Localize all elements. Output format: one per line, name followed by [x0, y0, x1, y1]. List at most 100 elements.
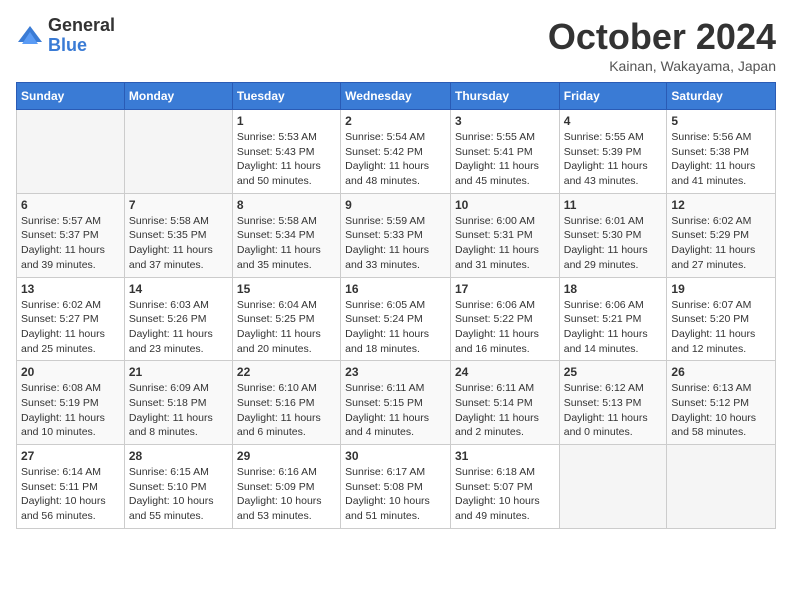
- day-info: Sunrise: 6:09 AM Sunset: 5:18 PM Dayligh…: [129, 381, 228, 440]
- calendar-cell: 12 Sunrise: 6:02 AM Sunset: 5:29 PM Dayli…: [667, 193, 776, 277]
- day-info: Sunrise: 5:57 AM Sunset: 5:37 PM Dayligh…: [21, 214, 120, 273]
- day-info: Sunrise: 6:13 AM Sunset: 5:12 PM Dayligh…: [671, 381, 771, 440]
- day-info: Sunrise: 6:05 AM Sunset: 5:24 PM Dayligh…: [345, 298, 446, 357]
- calendar-cell: [667, 445, 776, 529]
- day-number: 4: [564, 114, 663, 128]
- calendar-cell: 23 Sunrise: 6:11 AM Sunset: 5:15 PM Dayli…: [341, 361, 451, 445]
- day-number: 6: [21, 198, 120, 212]
- day-number: 27: [21, 449, 120, 463]
- day-number: 25: [564, 365, 663, 379]
- weekday-header: Tuesday: [232, 83, 340, 110]
- calendar-cell: 11Sunrise: 6:01 AM Sunset: 5:30 PM Dayli…: [559, 193, 667, 277]
- calendar-week-row: 13 Sunrise: 6:02 AM Sunset: 5:27 PM Dayli…: [17, 277, 776, 361]
- calendar-cell: 22 Sunrise: 6:10 AM Sunset: 5:16 PM Dayli…: [232, 361, 340, 445]
- day-info: Sunrise: 6:03 AM Sunset: 5:26 PM Dayligh…: [129, 298, 228, 357]
- day-number: 10: [455, 198, 555, 212]
- weekday-header: Thursday: [450, 83, 559, 110]
- day-number: 21: [129, 365, 228, 379]
- calendar-cell: 13 Sunrise: 6:02 AM Sunset: 5:27 PM Dayli…: [17, 277, 125, 361]
- calendar-cell: 15Sunrise: 6:04 AM Sunset: 5:25 PM Dayli…: [232, 277, 340, 361]
- day-number: 1: [237, 114, 336, 128]
- day-number: 9: [345, 198, 446, 212]
- calendar-cell: 16Sunrise: 6:05 AM Sunset: 5:24 PM Dayli…: [341, 277, 451, 361]
- calendar-body: 1 Sunrise: 5:53 AM Sunset: 5:43 PM Daylig…: [17, 110, 776, 529]
- calendar-cell: 20 Sunrise: 6:08 AM Sunset: 5:19 PM Dayli…: [17, 361, 125, 445]
- calendar-cell: 5Sunrise: 5:56 AM Sunset: 5:38 PM Daylig…: [667, 110, 776, 194]
- day-info: Sunrise: 6:02 AM Sunset: 5:29 PM Dayligh…: [671, 214, 771, 273]
- calendar-week-row: 1 Sunrise: 5:53 AM Sunset: 5:43 PM Daylig…: [17, 110, 776, 194]
- calendar-cell: 19 Sunrise: 6:07 AM Sunset: 5:20 PM Dayli…: [667, 277, 776, 361]
- calendar-cell: 2 Sunrise: 5:54 AM Sunset: 5:42 PM Daylig…: [341, 110, 451, 194]
- calendar-cell: 7Sunrise: 5:58 AM Sunset: 5:35 PM Daylig…: [124, 193, 232, 277]
- day-number: 2: [345, 114, 446, 128]
- calendar-cell: 1 Sunrise: 5:53 AM Sunset: 5:43 PM Daylig…: [232, 110, 340, 194]
- day-info: Sunrise: 5:55 AM Sunset: 5:39 PM Dayligh…: [564, 130, 663, 189]
- day-number: 13: [21, 282, 120, 296]
- logo-icon: [16, 22, 44, 50]
- calendar-cell: 3 Sunrise: 5:55 AM Sunset: 5:41 PM Daylig…: [450, 110, 559, 194]
- month-title: October 2024: [548, 16, 776, 58]
- day-info: Sunrise: 6:15 AM Sunset: 5:10 PM Dayligh…: [129, 465, 228, 524]
- day-info: Sunrise: 6:06 AM Sunset: 5:22 PM Dayligh…: [455, 298, 555, 357]
- day-number: 30: [345, 449, 446, 463]
- day-number: 11: [564, 198, 663, 212]
- weekday-header: Wednesday: [341, 83, 451, 110]
- calendar-cell: 29Sunrise: 6:16 AM Sunset: 5:09 PM Dayli…: [232, 445, 340, 529]
- day-number: 23: [345, 365, 446, 379]
- day-info: Sunrise: 6:16 AM Sunset: 5:09 PM Dayligh…: [237, 465, 336, 524]
- calendar-cell: 14Sunrise: 6:03 AM Sunset: 5:26 PM Dayli…: [124, 277, 232, 361]
- day-info: Sunrise: 6:02 AM Sunset: 5:27 PM Dayligh…: [21, 298, 120, 357]
- day-number: 20: [21, 365, 120, 379]
- weekday-header: Saturday: [667, 83, 776, 110]
- logo-blue-text: Blue: [48, 36, 115, 56]
- day-info: Sunrise: 6:06 AM Sunset: 5:21 PM Dayligh…: [564, 298, 663, 357]
- logo-text: General Blue: [48, 16, 115, 56]
- day-info: Sunrise: 5:53 AM Sunset: 5:43 PM Dayligh…: [237, 130, 336, 189]
- weekday-header: Friday: [559, 83, 667, 110]
- calendar-cell: [124, 110, 232, 194]
- day-number: 12: [671, 198, 771, 212]
- day-info: Sunrise: 6:11 AM Sunset: 5:15 PM Dayligh…: [345, 381, 446, 440]
- logo: General Blue: [16, 16, 115, 56]
- day-info: Sunrise: 6:18 AM Sunset: 5:07 PM Dayligh…: [455, 465, 555, 524]
- day-number: 26: [671, 365, 771, 379]
- day-number: 3: [455, 114, 555, 128]
- day-info: Sunrise: 6:11 AM Sunset: 5:14 PM Dayligh…: [455, 381, 555, 440]
- day-info: Sunrise: 5:58 AM Sunset: 5:35 PM Dayligh…: [129, 214, 228, 273]
- weekday-header: Sunday: [17, 83, 125, 110]
- day-info: Sunrise: 6:12 AM Sunset: 5:13 PM Dayligh…: [564, 381, 663, 440]
- day-info: Sunrise: 6:14 AM Sunset: 5:11 PM Dayligh…: [21, 465, 120, 524]
- location: Kainan, Wakayama, Japan: [548, 58, 776, 74]
- day-number: 19: [671, 282, 771, 296]
- day-number: 31: [455, 449, 555, 463]
- calendar-table: SundayMondayTuesdayWednesdayThursdayFrid…: [16, 82, 776, 529]
- day-info: Sunrise: 5:58 AM Sunset: 5:34 PM Dayligh…: [237, 214, 336, 273]
- calendar-cell: 26 Sunrise: 6:13 AM Sunset: 5:12 PM Dayli…: [667, 361, 776, 445]
- day-info: Sunrise: 5:54 AM Sunset: 5:42 PM Dayligh…: [345, 130, 446, 189]
- calendar-cell: 28 Sunrise: 6:15 AM Sunset: 5:10 PM Dayli…: [124, 445, 232, 529]
- day-number: 28: [129, 449, 228, 463]
- day-info: Sunrise: 5:56 AM Sunset: 5:38 PM Dayligh…: [671, 130, 771, 189]
- title-block: October 2024 Kainan, Wakayama, Japan: [548, 16, 776, 74]
- calendar-cell: 25 Sunrise: 6:12 AM Sunset: 5:13 PM Dayli…: [559, 361, 667, 445]
- day-number: 22: [237, 365, 336, 379]
- calendar-cell: 30Sunrise: 6:17 AM Sunset: 5:08 PM Dayli…: [341, 445, 451, 529]
- page-header: General Blue October 2024 Kainan, Wakaya…: [16, 16, 776, 74]
- day-info: Sunrise: 6:10 AM Sunset: 5:16 PM Dayligh…: [237, 381, 336, 440]
- calendar-cell: 21 Sunrise: 6:09 AM Sunset: 5:18 PM Dayli…: [124, 361, 232, 445]
- calendar-cell: 9Sunrise: 5:59 AM Sunset: 5:33 PM Daylig…: [341, 193, 451, 277]
- header-row: SundayMondayTuesdayWednesdayThursdayFrid…: [17, 83, 776, 110]
- calendar-week-row: 27 Sunrise: 6:14 AM Sunset: 5:11 PM Dayli…: [17, 445, 776, 529]
- calendar-cell: 8 Sunrise: 5:58 AM Sunset: 5:34 PM Daylig…: [232, 193, 340, 277]
- day-info: Sunrise: 5:55 AM Sunset: 5:41 PM Dayligh…: [455, 130, 555, 189]
- calendar-cell: 24 Sunrise: 6:11 AM Sunset: 5:14 PM Dayli…: [450, 361, 559, 445]
- calendar-cell: [17, 110, 125, 194]
- day-number: 24: [455, 365, 555, 379]
- calendar-cell: 18Sunrise: 6:06 AM Sunset: 5:21 PM Dayli…: [559, 277, 667, 361]
- day-info: Sunrise: 6:08 AM Sunset: 5:19 PM Dayligh…: [21, 381, 120, 440]
- day-info: Sunrise: 6:04 AM Sunset: 5:25 PM Dayligh…: [237, 298, 336, 357]
- day-info: Sunrise: 6:07 AM Sunset: 5:20 PM Dayligh…: [671, 298, 771, 357]
- calendar-week-row: 20 Sunrise: 6:08 AM Sunset: 5:19 PM Dayli…: [17, 361, 776, 445]
- day-number: 8: [237, 198, 336, 212]
- calendar-cell: 31 Sunrise: 6:18 AM Sunset: 5:07 PM Dayli…: [450, 445, 559, 529]
